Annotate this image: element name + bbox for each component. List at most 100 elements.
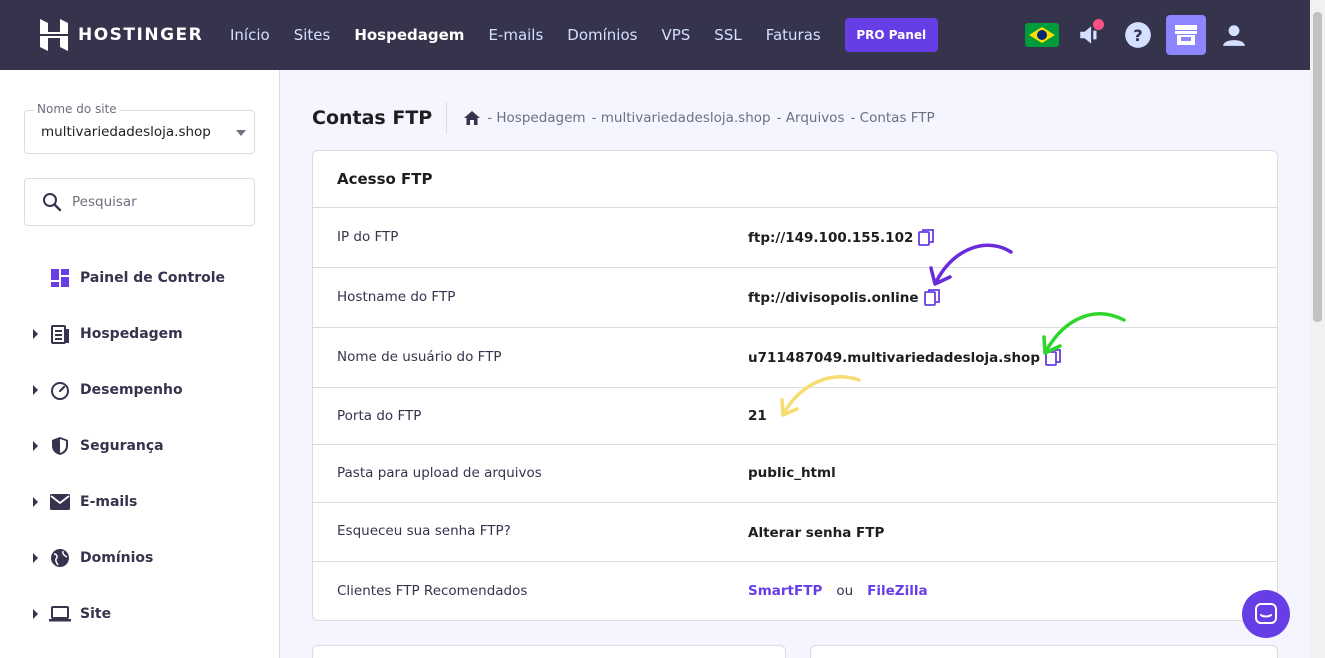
nav-hospedagem[interactable]: Hospedagem bbox=[354, 26, 464, 44]
ftp-ip-value: ftp://149.100.155.102 bbox=[748, 230, 914, 246]
top-navbar: HOSTINGER Início Sites Hospedagem E-mail… bbox=[0, 0, 1310, 70]
row-value: ftp://divisopolis.online bbox=[748, 289, 940, 307]
shield-icon bbox=[49, 435, 71, 457]
sidebar-item-site[interactable]: Site bbox=[0, 586, 279, 642]
sidebar-item-label: Segurança bbox=[80, 438, 164, 454]
globe-icon bbox=[49, 547, 71, 569]
store-icon bbox=[1175, 25, 1197, 45]
row-value: SmartFTP ou FileZilla bbox=[748, 583, 928, 599]
ftp-username-row: Nome de usuário do FTP u711487049.multiv… bbox=[313, 328, 1277, 388]
ftp-upload-folder-row: Pasta para upload de arquivos public_htm… bbox=[313, 445, 1277, 503]
notification-dot bbox=[1093, 19, 1104, 30]
copy-icon[interactable] bbox=[923, 289, 940, 307]
store-button[interactable] bbox=[1166, 15, 1206, 55]
page-scrollbar[interactable] bbox=[1310, 0, 1325, 658]
nav-faturas[interactable]: Faturas bbox=[766, 26, 821, 44]
row-label: Clientes FTP Recomendados bbox=[337, 583, 528, 599]
ftp-ip-row: IP do FTP ftp://149.100.155.102 bbox=[313, 208, 1277, 268]
sidebar-item-label: Domínios bbox=[80, 550, 154, 566]
site-select-label: Nome do site bbox=[34, 102, 120, 116]
mail-icon bbox=[49, 491, 71, 513]
brazil-flag-icon bbox=[1025, 23, 1059, 47]
sidebar-item-label: Painel de Controle bbox=[80, 270, 226, 286]
ftp-port-row: Porta do FTP 21 bbox=[313, 388, 1277, 445]
chevron-right-icon bbox=[33, 329, 38, 339]
sidebar-item-emails[interactable]: E-mails bbox=[0, 474, 279, 530]
nav-dominios[interactable]: Domínios bbox=[567, 26, 637, 44]
sidebar-menu: Painel de Controle Hospedagem Desempenho… bbox=[0, 250, 279, 642]
sidebar-item-label: Site bbox=[80, 606, 112, 622]
help-icon: ? bbox=[1125, 22, 1151, 48]
hostinger-logo-icon bbox=[40, 19, 68, 51]
search-icon bbox=[43, 193, 62, 212]
pro-panel-button[interactable]: PRO Panel bbox=[844, 18, 938, 52]
home-icon[interactable] bbox=[463, 110, 481, 126]
laptop-icon bbox=[49, 603, 71, 625]
ftp-hostname-value: ftp://divisopolis.online bbox=[748, 290, 919, 306]
breadcrumb-arquivos[interactable]: - Arquivos bbox=[777, 110, 845, 126]
ftp-hostname-row: Hostname do FTP ftp://divisopolis.online bbox=[313, 268, 1277, 328]
sidebar-search[interactable] bbox=[24, 178, 255, 226]
sidebar-item-desempenho[interactable]: Desempenho bbox=[0, 362, 279, 418]
chevron-right-icon bbox=[33, 385, 38, 395]
nav-vps[interactable]: VPS bbox=[661, 26, 690, 44]
sidebar-item-painel[interactable]: Painel de Controle bbox=[0, 250, 279, 306]
chat-button[interactable] bbox=[1242, 590, 1290, 638]
smartftp-link[interactable]: SmartFTP bbox=[748, 583, 822, 599]
chevron-right-icon bbox=[33, 553, 38, 563]
sidebar-item-seguranca[interactable]: Segurança bbox=[0, 418, 279, 474]
chat-icon bbox=[1255, 603, 1277, 624]
ftp-forgot-password-row: Esqueceu sua senha FTP? Alterar senha FT… bbox=[313, 503, 1277, 562]
site-select[interactable]: Nome do site multivariedadesloja.shop bbox=[24, 102, 255, 154]
row-label: IP do FTP bbox=[337, 229, 399, 245]
sidebar-item-label: Hospedagem bbox=[80, 326, 183, 342]
brand-logo[interactable]: HOSTINGER bbox=[40, 19, 230, 51]
sidebar-item-dominios[interactable]: Domínios bbox=[0, 530, 279, 586]
breadcrumb-site[interactable]: - multivariedadesloja.shop bbox=[592, 110, 771, 126]
nav-inicio[interactable]: Início bbox=[230, 26, 270, 44]
lower-card-right bbox=[810, 645, 1278, 658]
announcement-button[interactable] bbox=[1070, 15, 1110, 55]
svg-text:?: ? bbox=[1133, 26, 1142, 45]
ftp-access-card: Acesso FTP IP do FTP ftp://149.100.155.1… bbox=[312, 150, 1278, 621]
sidebar-item-label: Desempenho bbox=[80, 382, 183, 398]
row-label: Nome de usuário do FTP bbox=[337, 349, 502, 365]
change-ftp-password-link[interactable]: Alterar senha FTP bbox=[748, 525, 884, 541]
brand-name: HOSTINGER bbox=[78, 25, 204, 45]
account-button[interactable] bbox=[1214, 15, 1254, 55]
search-input[interactable] bbox=[72, 194, 232, 210]
upload-folder-value: public_html bbox=[748, 465, 836, 481]
help-button[interactable]: ? bbox=[1118, 15, 1158, 55]
breadcrumb-hospedagem[interactable]: - Hospedagem bbox=[487, 110, 585, 126]
row-label: Esqueceu sua senha FTP? bbox=[337, 523, 511, 539]
nav-emails[interactable]: E-mails bbox=[488, 26, 543, 44]
chevron-right-icon bbox=[33, 609, 38, 619]
ftp-clients-row: Clientes FTP Recomendados SmartFTP ou Fi… bbox=[313, 562, 1277, 620]
breadcrumb: - Hospedagem - multivariedadesloja.shop … bbox=[463, 110, 940, 126]
row-label: Porta do FTP bbox=[337, 408, 422, 424]
language-selector[interactable] bbox=[1022, 15, 1062, 55]
scrollbar-thumb[interactable] bbox=[1313, 12, 1322, 322]
row-label: Hostname do FTP bbox=[337, 289, 456, 305]
main-nav: Início Sites Hospedagem E-mails Domínios… bbox=[230, 18, 938, 52]
main-content: Contas FTP - Hospedagem - multivariedade… bbox=[280, 70, 1310, 658]
chevron-right-icon bbox=[33, 441, 38, 451]
nav-ssl[interactable]: SSL bbox=[714, 26, 741, 44]
page-header: Contas FTP - Hospedagem - multivariedade… bbox=[312, 102, 941, 134]
lower-card-left bbox=[312, 645, 786, 658]
hosting-icon bbox=[49, 323, 71, 345]
nav-sites[interactable]: Sites bbox=[294, 26, 331, 44]
speedometer-icon bbox=[49, 379, 71, 401]
site-select-value: multivariedadesloja.shop bbox=[41, 124, 211, 140]
chevron-right-icon bbox=[33, 497, 38, 507]
sidebar-item-hospedagem[interactable]: Hospedagem bbox=[0, 306, 279, 362]
filezilla-link[interactable]: FileZilla bbox=[867, 583, 927, 599]
card-title: Acesso FTP bbox=[313, 151, 1277, 208]
sidebar-item-label: E-mails bbox=[80, 494, 138, 510]
copy-icon[interactable] bbox=[918, 229, 935, 247]
row-label: Pasta para upload de arquivos bbox=[337, 465, 542, 481]
breadcrumb-contas-ftp: - Contas FTP bbox=[850, 110, 935, 126]
ftp-port-value: 21 bbox=[748, 408, 767, 424]
copy-icon[interactable] bbox=[1045, 349, 1061, 367]
row-value: ftp://149.100.155.102 bbox=[748, 229, 935, 247]
